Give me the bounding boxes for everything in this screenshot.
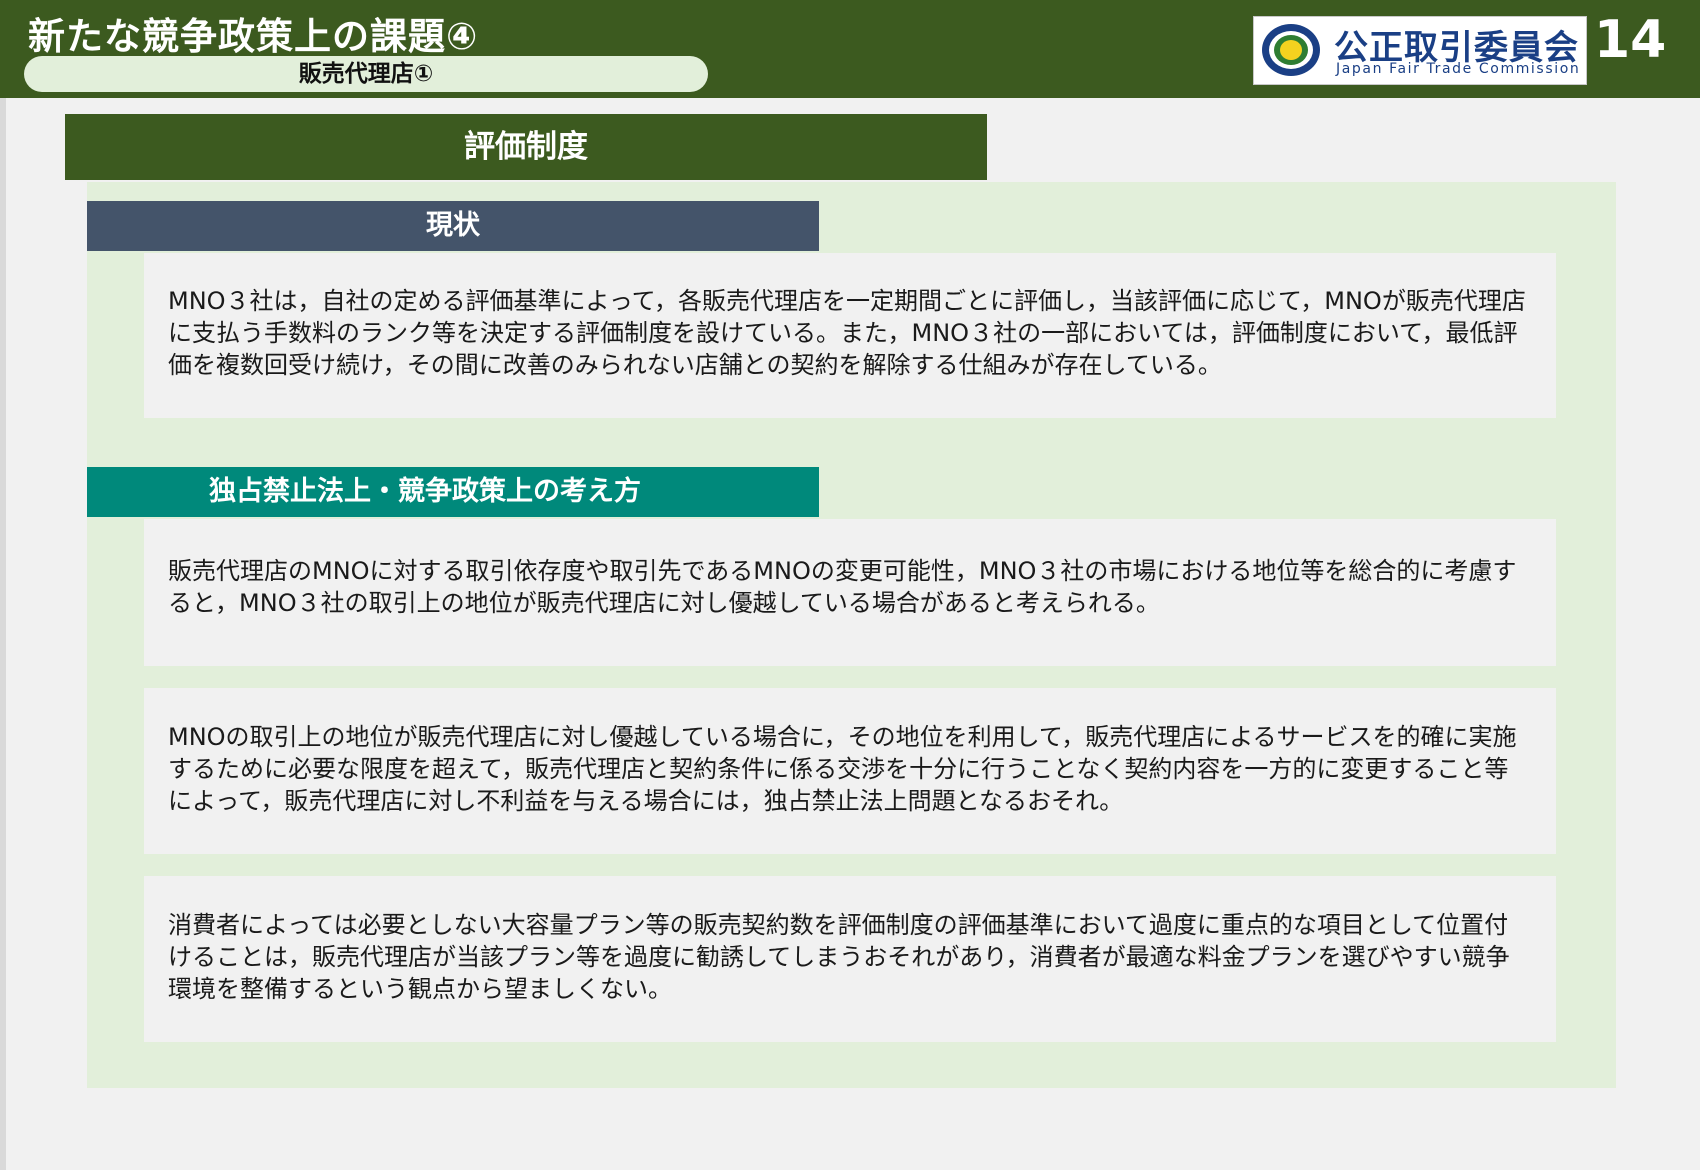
subtitle-pill: 販売代理店① — [24, 56, 708, 92]
current-status-text: MNO３社は，自社の定める評価基準によって，各販売代理店を一定期間ごとに評価し，… — [168, 287, 1526, 379]
header-bar: 新たな競争政策上の課題④ 販売代理店① 公正取引委員会 Japan Fair T… — [0, 0, 1700, 98]
section-title: 評価制度 — [65, 114, 987, 180]
current-status-label: 現状 — [87, 201, 819, 251]
slide: 新たな競争政策上の課題④ 販売代理店① 公正取引委員会 Japan Fair T… — [0, 0, 1700, 1170]
current-status-box: MNO３社は，自社の定める評価基準によって，各販売代理店を一定期間ごとに評価し，… — [144, 253, 1556, 418]
logo-name-en: Japan Fair Trade Commission — [1336, 61, 1581, 77]
slide-edge — [0, 0, 6, 1170]
view-paragraph: 消費者によっては必要としない大容量プラン等の販売契約数を評価制度の評価基準におい… — [168, 911, 1510, 1003]
jftc-emblem-icon — [1262, 24, 1320, 76]
page-title: 新たな競争政策上の課題④ — [28, 15, 479, 58]
view-paragraph-box: 消費者によっては必要としない大容量プラン等の販売契約数を評価制度の評価基準におい… — [144, 876, 1556, 1042]
view-paragraph: MNOの取引上の地位が販売代理店に対し優越している場合に，その地位を利用して，販… — [168, 723, 1517, 815]
view-paragraph-box: MNOの取引上の地位が販売代理店に対し優越している場合に，その地位を利用して，販… — [144, 688, 1556, 854]
page-number: 14 — [1594, 10, 1667, 70]
legal-view-label: 独占禁止法上・競争政策上の考え方 — [87, 467, 819, 517]
jftc-logo: 公正取引委員会 Japan Fair Trade Commission — [1253, 16, 1587, 85]
view-paragraph-box: 販売代理店のMNOに対する取引依存度や取引先であるMNOの変更可能性，MNO３社… — [144, 519, 1556, 666]
view-paragraph: 販売代理店のMNOに対する取引依存度や取引先であるMNOの変更可能性，MNO３社… — [168, 557, 1517, 617]
